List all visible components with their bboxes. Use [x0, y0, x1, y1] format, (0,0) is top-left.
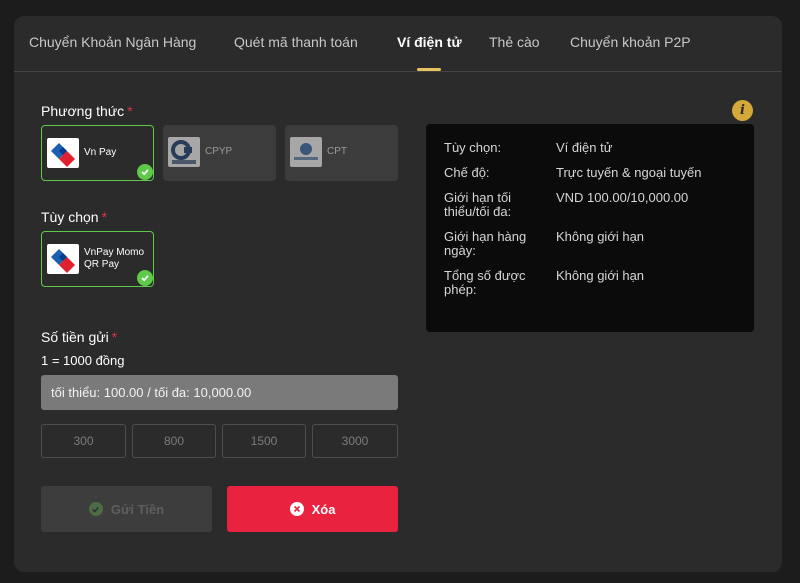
info-key: Tùy chọn:	[444, 140, 502, 155]
checkmark-icon	[137, 164, 153, 180]
checkmark-icon	[137, 270, 153, 286]
close-circle-icon	[289, 502, 304, 516]
deposit-panel: Chuyển Khoản Ngân Hàng Quét mã thanh toá…	[14, 16, 782, 572]
method-cpt-label: CPT	[327, 146, 347, 157]
option-label-line1: VnPay Momo	[84, 247, 145, 258]
info-icon[interactable]: i	[732, 100, 753, 121]
info-value: Không giới hạn	[556, 268, 645, 283]
check-circle-icon	[88, 502, 103, 516]
payment-tabs: Chuyển Khoản Ngân Hàng Quét mã thanh toá…	[14, 16, 782, 72]
method-cpyp[interactable]: CPYP	[163, 125, 276, 181]
clear-button[interactable]: Xóa	[227, 486, 398, 532]
option-label-line2: QR Pay	[84, 259, 120, 270]
option-vnpay-momo-qr[interactable]: VnPay Momo QR Pay	[41, 231, 154, 287]
tab-bank-transfer[interactable]: Chuyển Khoản Ngân Hàng	[29, 34, 196, 50]
info-key: Tổng số được phép:	[444, 268, 526, 297]
info-key: Chế độ:	[444, 165, 490, 180]
method-vnpay[interactable]: Vn Pay	[41, 125, 154, 181]
quick-amount-1500[interactable]: 1500	[222, 424, 306, 458]
info-value: Trực tuyến & ngoại tuyến	[556, 165, 702, 180]
method-vnpay-label: Vn Pay	[84, 147, 117, 158]
method-cpyp-label: CPYP	[205, 146, 233, 157]
cpt-logo-icon	[290, 137, 322, 167]
info-value: VND 100.00/10,000.00	[556, 190, 689, 205]
cpyp-logo-icon	[168, 137, 200, 167]
vnpay-logo-icon	[47, 138, 79, 168]
info-value: Không giới hạn	[556, 229, 645, 244]
submit-button-label: Gửi Tiền	[110, 501, 165, 517]
exchange-rate-text: 1 = 1000 đồng	[41, 353, 125, 368]
submit-deposit-button[interactable]: Gửi Tiền	[41, 486, 212, 532]
info-value: Ví điện tử	[556, 140, 613, 155]
quick-amount-800[interactable]: 800	[132, 424, 216, 458]
tab-e-wallet[interactable]: Ví điện tử	[397, 34, 462, 50]
amount-label: Số tiền gửi *	[41, 329, 118, 345]
method-cpt[interactable]: CPT	[285, 125, 398, 181]
tab-qr-scan[interactable]: Quét mã thanh toán	[234, 34, 358, 50]
tab-p2p-transfer[interactable]: Chuyển khoản P2P	[570, 34, 691, 50]
method-label: Phương thức *	[41, 103, 133, 119]
info-key: Giới hạn tối thiểu/tối đa:	[444, 190, 512, 219]
vnpay-logo-icon	[47, 244, 79, 274]
info-key: Giới hạn hàng ngày:	[444, 229, 527, 258]
quick-amount-300[interactable]: 300	[41, 424, 126, 458]
quick-amount-3000[interactable]: 3000	[312, 424, 398, 458]
tab-scratch-card[interactable]: Thẻ cào	[489, 34, 540, 50]
amount-input[interactable]	[41, 375, 398, 410]
option-label: Tùy chọn *	[41, 209, 108, 225]
active-tab-indicator	[417, 68, 441, 71]
clear-button-label: Xóa	[311, 501, 336, 517]
payment-info-box: Tùy chọn: Ví điện tử Chế độ: Trực tuyến …	[426, 124, 754, 332]
